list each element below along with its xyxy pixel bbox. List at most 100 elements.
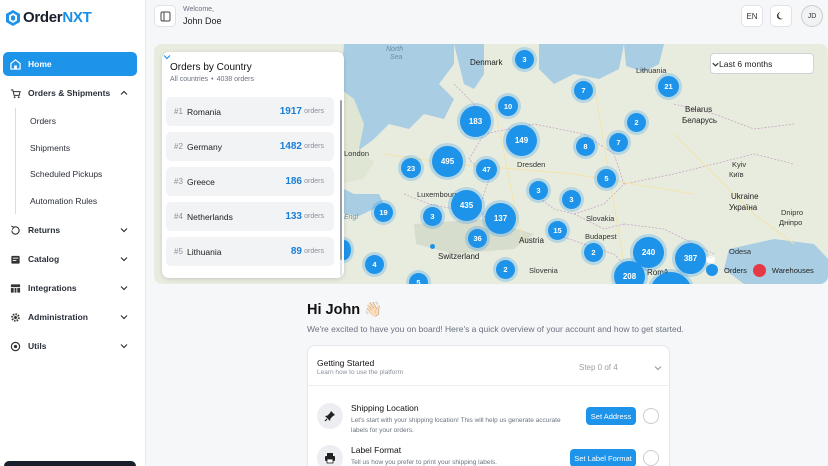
country-count: 186 <box>285 176 302 187</box>
order-cluster[interactable]: 10 <box>498 96 518 116</box>
sidebar-item-label: Integrations <box>28 283 77 293</box>
sidebar-item-home[interactable]: Home <box>3 52 137 76</box>
place-label: Kyiv <box>732 160 747 169</box>
chevron-down-icon[interactable] <box>162 52 172 62</box>
country-name: Germany <box>187 142 222 152</box>
sidebar-item-integrations[interactable]: Integrations <box>3 276 137 300</box>
task-title: Shipping Location <box>351 403 419 413</box>
getting-started-header[interactable]: Getting Started Learn how to use the pla… <box>308 346 669 386</box>
chevron-up-icon <box>120 90 128 95</box>
place-label: Dresden <box>517 160 546 169</box>
sidebar-nav: Home Orders & Shipments Orders Shipments… <box>3 52 137 363</box>
legend-warehouses-label: Warehouses <box>771 265 814 275</box>
order-point[interactable] <box>430 244 435 249</box>
order-cluster[interactable]: 387 <box>675 243 706 274</box>
task-title: Label Format <box>351 445 402 455</box>
sidebar-item-orders-shipments[interactable]: Orders & Shipments <box>3 81 137 105</box>
set-label-format-button[interactable]: Set Label Format <box>570 449 636 466</box>
cart-icon <box>10 88 21 98</box>
order-cluster[interactable]: 36 <box>468 229 487 248</box>
order-cluster[interactable]: 183 <box>460 106 491 137</box>
sidebar-item-returns[interactable]: Returns <box>3 218 137 242</box>
sidebar-item-label: Utils <box>28 341 47 351</box>
chevron-down-icon <box>120 257 128 262</box>
order-cluster[interactable]: 3 <box>529 181 548 200</box>
order-cluster[interactable]: 208 <box>614 261 645 284</box>
orders-map[interactable]: North Sea Denmark Lithuania Belarus Бела… <box>154 44 828 284</box>
place-label: Slovenia <box>529 266 558 275</box>
sidebar-subitem-orders[interactable]: Orders <box>16 108 137 135</box>
order-cluster[interactable]: 2 <box>584 243 603 262</box>
task-description: Tell us how you prefer to print your shi… <box>351 459 497 466</box>
logo-mark-icon <box>6 9 20 26</box>
order-cluster[interactable]: 23 <box>401 158 421 178</box>
order-cluster[interactable]: 4 <box>365 255 384 274</box>
order-cluster[interactable]: 2 <box>627 113 646 132</box>
task-complete-radio[interactable] <box>643 450 659 466</box>
order-cluster[interactable]: 3 <box>423 207 442 226</box>
period-select[interactable]: Last 6 months <box>710 53 814 74</box>
language-button[interactable]: EN <box>741 5 763 27</box>
panel-scrollbar[interactable] <box>340 100 342 276</box>
order-cluster[interactable]: 2 <box>496 260 515 279</box>
order-cluster[interactable]: 19 <box>374 203 393 222</box>
order-cluster[interactable]: 21 <box>658 76 679 97</box>
country-row[interactable]: #3 Greece 186 orders <box>166 167 334 196</box>
country-name: Greece <box>187 177 215 187</box>
country-unit: orders <box>304 178 324 185</box>
sidebar-toggle-icon <box>160 11 170 21</box>
country-unit: orders <box>304 213 324 220</box>
order-cluster[interactable]: 3 <box>562 190 581 209</box>
task-complete-radio[interactable] <box>643 408 659 424</box>
sidebar-subitem-shipments[interactable]: Shipments <box>16 135 137 162</box>
chevron-down-icon <box>712 62 719 67</box>
order-cluster[interactable]: 8 <box>576 137 595 156</box>
order-cluster[interactable]: 15 <box>548 221 567 240</box>
country-row[interactable]: #5 Lithuania 89 orders <box>166 237 334 266</box>
order-cluster[interactable]: 7 <box>574 81 593 100</box>
gear-icon <box>11 312 20 322</box>
country-row[interactable]: #2 Germany 1482 orders <box>166 132 334 161</box>
order-cluster[interactable]: 7 <box>609 133 628 152</box>
legend-orders-label: Orders <box>724 265 747 275</box>
country-unit: orders <box>304 248 324 255</box>
sidebar-item-label: Administration <box>28 312 88 322</box>
sidebar-item-label: Home <box>28 59 52 69</box>
sidebar-item-label: Catalog <box>28 254 60 264</box>
theme-toggle-button[interactable] <box>770 5 792 27</box>
logo[interactable]: OrderNXT <box>6 9 92 26</box>
order-cluster[interactable]: 5 <box>597 169 616 188</box>
orders-submenu: Orders Shipments Scheduled Pickups Autom… <box>15 108 137 214</box>
order-cluster[interactable]: 435 <box>451 190 482 221</box>
place-label: North <box>386 46 404 53</box>
sidebar-subitem-automation-rules[interactable]: Automation Rules <box>16 188 137 215</box>
task-shipping-location: Shipping Location Let's start with your … <box>308 394 669 438</box>
order-cluster[interactable]: 137 <box>485 203 516 234</box>
country-row[interactable]: #1 Romania 1917 orders <box>166 97 334 126</box>
toggle-sidebar-button[interactable] <box>154 5 176 27</box>
sidebar-footer-bar[interactable] <box>4 461 136 466</box>
greeting-title: Hi John 👋🏻 <box>307 302 383 318</box>
order-cluster[interactable]: 47 <box>476 159 497 180</box>
catalog-icon <box>11 255 20 264</box>
sidebar-subitem-scheduled-pickups[interactable]: Scheduled Pickups <box>16 161 137 188</box>
avatar[interactable]: JD <box>801 5 823 27</box>
sidebar-item-administration[interactable]: Administration <box>3 305 137 329</box>
country-count: 1482 <box>279 141 302 152</box>
sidebar-item-utils[interactable]: Utils <box>3 334 137 358</box>
pin-icon <box>317 403 343 429</box>
user-name: John Doe <box>183 16 222 26</box>
order-cluster[interactable]: 3 <box>515 50 534 69</box>
chevron-down-icon[interactable] <box>653 363 663 373</box>
scrollbar-thumb[interactable] <box>340 100 342 260</box>
sidebar-item-catalog[interactable]: Catalog <box>3 247 137 271</box>
order-cluster[interactable]: 495 <box>432 146 463 177</box>
chevron-down-icon <box>120 286 128 291</box>
order-cluster[interactable]: 149 <box>506 125 537 156</box>
set-address-button[interactable]: Set Address <box>586 407 636 425</box>
country-rank: #5 <box>174 247 183 256</box>
country-row[interactable]: #4 Netherlands 133 orders <box>166 202 334 231</box>
place-label: Austria <box>519 236 544 245</box>
sidebar: OrderNXT Home Orders & Shipments Orders … <box>0 0 146 466</box>
return-icon <box>11 224 20 235</box>
